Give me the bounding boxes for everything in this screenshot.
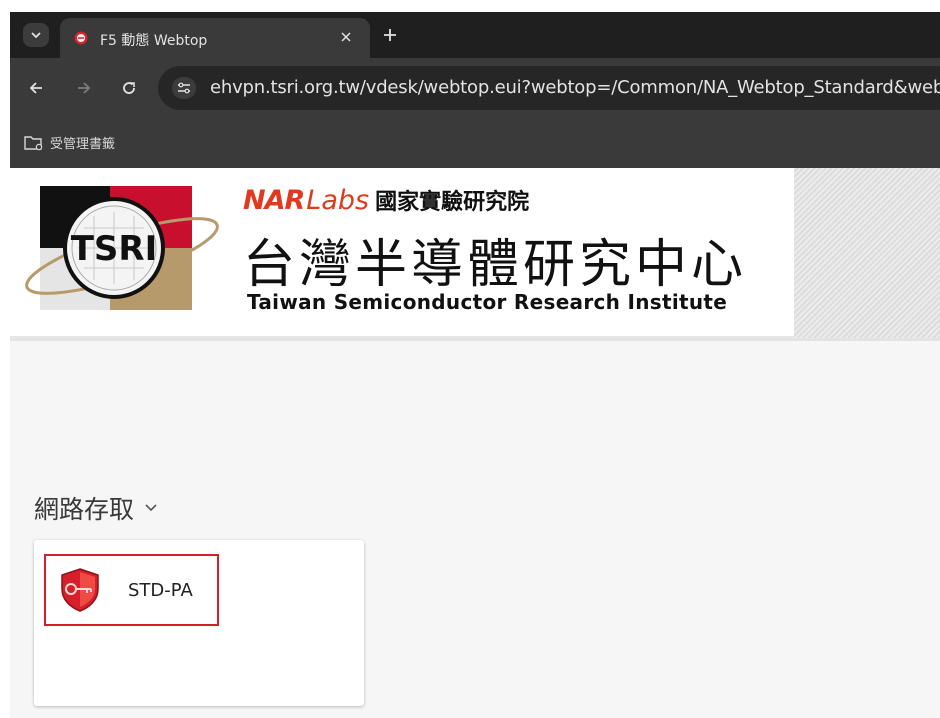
arrow-left-icon [29, 82, 42, 94]
tune-icon [178, 82, 190, 94]
reload-icon [123, 82, 135, 94]
logo-text: TSRI [71, 229, 158, 269]
chevron-down-icon[interactable] [144, 503, 158, 513]
reload-button[interactable] [118, 77, 140, 99]
tab-search-button[interactable] [23, 23, 49, 47]
plus-icon [384, 29, 396, 41]
narlabs-chinese-name: 國家實驗研究院 [375, 190, 530, 215]
address-bar[interactable]: ehvpn.tsri.org.tw/vdesk/webtop.eui?webto… [158, 66, 940, 110]
arrow-right-icon [78, 82, 91, 94]
forward-button[interactable] [73, 77, 95, 99]
new-tab-button[interactable] [380, 25, 400, 45]
narlabs-wordmark: NAR Labs 國家實驗研究院 [243, 184, 529, 216]
site-info-button[interactable] [172, 77, 196, 99]
webtop-page: TSRI NAR Labs 國家實驗研究院 台灣半導體研究中心 Taiwan S… [10, 168, 940, 718]
shield-key-icon [61, 568, 99, 612]
narlabs-nar: NAR [243, 185, 305, 216]
org-english-name: Taiwan Semiconductor Research Institute [247, 290, 728, 314]
f5-favicon-icon [74, 31, 88, 45]
resource-std-pa[interactable]: STD-PA [44, 554, 219, 626]
bookmarks-bar: 受管理書籤 [10, 118, 940, 168]
header-banner: TSRI NAR Labs 國家實驗研究院 台灣半導體研究中心 Taiwan S… [10, 168, 940, 341]
url-text: ehvpn.tsri.org.tw/vdesk/webtop.eui?webto… [210, 77, 940, 98]
tsri-logo: TSRI [25, 186, 219, 310]
active-tab[interactable]: F5 動態 Webtop [60, 18, 370, 58]
bookmark-label: 受管理書籤 [50, 137, 116, 152]
tab-title: F5 動態 Webtop [100, 33, 208, 49]
network-access-card: STD-PA [34, 540, 364, 706]
close-icon [341, 32, 351, 42]
managed-bookmarks-folder[interactable]: 受管理書籤 [24, 133, 115, 152]
banner-logo-area: TSRI NAR Labs 國家實驗研究院 台灣半導體研究中心 Taiwan S… [10, 168, 794, 338]
tab-strip: F5 動態 Webtop [10, 12, 940, 58]
banner-divider [10, 338, 940, 341]
managed-folder-icon [24, 135, 43, 150]
back-button[interactable] [25, 77, 47, 99]
network-access-section-header[interactable]: 網路存取 [34, 490, 158, 526]
browser-toolbar: ehvpn.tsri.org.tw/vdesk/webtop.eui?webto… [10, 58, 940, 118]
browser-window: F5 動態 Webtop ehvpn.tsri.org.tw/vdesk/web… [10, 12, 940, 718]
close-tab-button[interactable] [335, 26, 357, 48]
org-chinese-name: 台灣半導體研究中心 [243, 235, 748, 295]
chevron-down-icon [31, 32, 41, 39]
resource-name: STD-PA [128, 579, 193, 601]
section-title: 網路存取 [34, 495, 135, 524]
narlabs-labs: Labs [306, 185, 370, 216]
